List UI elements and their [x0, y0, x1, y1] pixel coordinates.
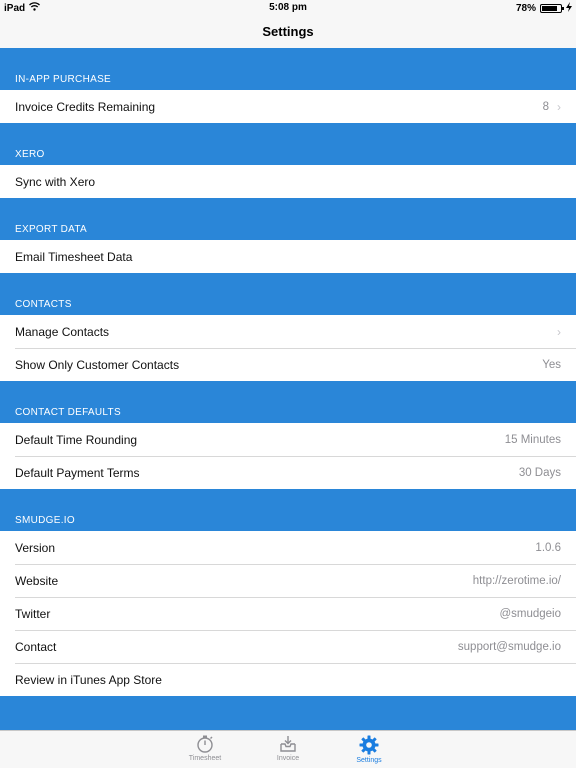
row-label: Manage Contacts [15, 324, 110, 339]
stopwatch-icon [197, 735, 213, 753]
settings-row[interactable]: Review in iTunes App Store [0, 663, 576, 696]
row-label: Show Only Customer Contacts [15, 357, 180, 372]
row-label: Twitter [15, 606, 51, 621]
row-value: Yes [542, 358, 561, 371]
tab-settings-label: Settings [356, 757, 382, 764]
settings-row[interactable]: Twitter @smudgeio [0, 597, 576, 630]
settings-table: IN-APP PURCHASE Invoice Credits Remaining… [0, 48, 576, 696]
settings-row[interactable]: Invoice Credits Remaining 8 › [0, 90, 576, 123]
status-right: 78% [516, 2, 572, 15]
row-label: Review in iTunes App Store [15, 672, 162, 687]
chevron-right-icon: › [557, 99, 561, 114]
section-group: Manage Contacts › Show Only Customer Conta… [0, 315, 576, 381]
chevron-right-icon: › [557, 324, 561, 339]
inbox-download-icon [280, 736, 296, 752]
section-group: Default Time Rounding 15 Minutes Default P… [0, 423, 576, 489]
section-group: Email Timesheet Data [0, 240, 576, 273]
nav-bar: Settings [0, 16, 576, 48]
settings-row[interactable]: Contact support@smudge.io [0, 630, 576, 663]
tab-settings[interactable]: Settings [339, 734, 399, 764]
gear-icon [359, 735, 379, 755]
row-label: Email Timesheet Data [15, 249, 133, 264]
charging-icon [566, 2, 572, 15]
settings-row[interactable]: Default Time Rounding 15 Minutes [0, 423, 576, 456]
tab-bar: Timesheet Invoice Settings [0, 730, 576, 768]
row-label: Contact [15, 639, 57, 654]
settings-row[interactable]: Sync with Xero [0, 165, 576, 198]
status-time: 5:08 pm [269, 2, 307, 13]
row-value: 15 Minutes [504, 433, 561, 446]
section-header: SMUDGE.IO [15, 515, 75, 526]
battery-percent: 78% [515, 3, 536, 14]
tab-timesheet-label: Timesheet [188, 755, 222, 762]
row-label: Default Time Rounding [15, 432, 138, 447]
settings-row[interactable]: Default Payment Terms 30 Days [0, 456, 576, 489]
tab-invoice[interactable]: Invoice [258, 734, 318, 762]
section-group: Sync with Xero [0, 165, 576, 198]
row-value: 8 [542, 100, 549, 113]
row-value: @smudgeio [499, 607, 561, 620]
settings-row[interactable]: Show Only Customer Contacts Yes [0, 348, 576, 381]
row-label: Sync with Xero [15, 174, 96, 189]
section-header: EXPORT DATA [15, 224, 88, 235]
row-value: support@smudge.io [457, 640, 561, 653]
section-group: Version 1.0.6 Website http://zerotime.io/Tw… [0, 531, 576, 696]
settings-row[interactable]: Manage Contacts › [0, 315, 576, 348]
tab-timesheet[interactable]: Timesheet [175, 734, 235, 762]
row-value: 1.0.6 [535, 541, 561, 554]
battery-icon [540, 4, 564, 13]
section-header: XERO [15, 149, 45, 160]
settings-row[interactable]: Version 1.0.6 [0, 531, 576, 564]
settings-row[interactable]: Email Timesheet Data [0, 240, 576, 273]
row-label: Version [15, 540, 56, 555]
status-bar: iPad 5:08 pm 78% [0, 0, 576, 16]
row-label: Invoice Credits Remaining [15, 99, 156, 114]
row-label: Default Payment Terms [15, 465, 140, 480]
row-value: 30 Days [518, 466, 561, 479]
row-value: http://zerotime.io/ [472, 574, 561, 587]
section-group: Invoice Credits Remaining 8 › [0, 90, 576, 123]
row-label: Website [15, 573, 59, 588]
tab-invoice-label: Invoice [276, 755, 300, 762]
section-header: CONTACTS [15, 299, 72, 310]
settings-row[interactable]: Website http://zerotime.io/ [0, 564, 576, 597]
section-header: IN-APP PURCHASE [15, 74, 112, 85]
page-title: Settings [262, 24, 314, 39]
section-header: CONTACT DEFAULTS [15, 407, 121, 418]
